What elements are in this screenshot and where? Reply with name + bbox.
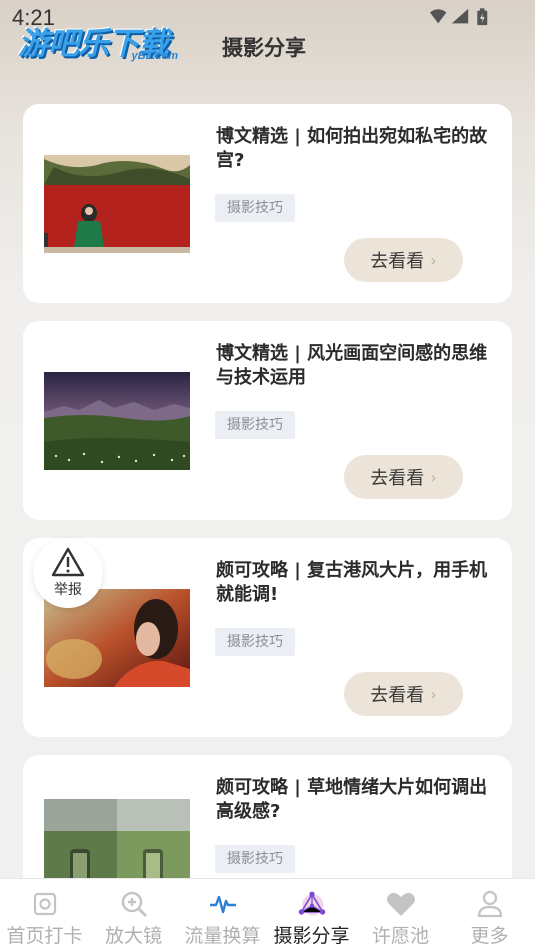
logo: 游吧乐下载 yBL.com (18, 18, 188, 66)
wifi-icon (430, 9, 447, 24)
magnifier-plus-icon (119, 889, 149, 919)
article-title: 颇可攻略 | 复古港风大片，用手机就能调! (216, 560, 488, 605)
bottom-nav: 首页打卡 放大镜 流量换算 摄影分享 许愿池 更多 (0, 878, 535, 951)
view-button-label: 去看看 (370, 685, 425, 706)
article-card[interactable]: 博文精选 | 风光画面空间感的思维与技术运用 摄影技巧 去看看 › (23, 321, 512, 520)
chevron-right-icon: › (430, 250, 437, 270)
nav-item-magnifier[interactable]: 放大镜 (89, 879, 178, 951)
article-tag: 摄影技巧 (215, 194, 295, 222)
logo-subtext: yBL.com (131, 50, 178, 62)
nav-label: 流量换算 (184, 925, 261, 947)
pulse-wave-icon (208, 889, 238, 919)
nav-label: 首页打卡 (6, 925, 83, 947)
landscape-photo (44, 372, 190, 470)
view-button[interactable]: 去看看 › (344, 238, 463, 282)
signal-icon (451, 8, 469, 24)
view-button[interactable]: 去看看 › (344, 455, 463, 499)
status-icons (430, 8, 488, 26)
person-icon (475, 889, 505, 919)
article-title: 博文精选 | 风光画面空间感的思维与技术运用 (216, 343, 488, 388)
report-button[interactable]: 举报 (33, 538, 103, 608)
view-button-label: 去看看 (370, 468, 425, 489)
heart-icon (386, 889, 416, 919)
nav-label: 许愿池 (371, 925, 429, 947)
palace-photo (44, 155, 190, 253)
nav-item-home-checkin[interactable]: 首页打卡 (0, 879, 89, 951)
article-thumbnail[interactable] (44, 799, 190, 889)
nav-item-photo-share[interactable]: 摄影分享 (267, 879, 356, 951)
view-button[interactable]: 去看看 › (344, 672, 463, 716)
battery-icon (477, 8, 488, 26)
article-card[interactable]: 博文精选 | 如何拍出宛如私宅的故宫? 摄影技巧 去看看 › (23, 104, 512, 303)
nav-item-traffic-convert[interactable]: 流量换算 (178, 879, 267, 951)
chevron-right-icon: › (430, 467, 437, 487)
grassland-photo (44, 799, 190, 889)
chevron-right-icon: › (430, 684, 437, 704)
nav-label: 更多 (470, 925, 509, 947)
report-label: 举报 (54, 582, 82, 598)
article-title: 颇可攻略 | 草地情绪大片如何调出高级感? (216, 777, 488, 822)
nav-item-wish-pool[interactable]: 许愿池 (356, 879, 445, 951)
article-tag: 摄影技巧 (215, 628, 295, 656)
article-thumbnail[interactable] (44, 155, 190, 253)
warning-icon (51, 547, 85, 577)
triangle-nodes-icon (297, 889, 327, 919)
page-title: 摄影分享 (222, 36, 306, 60)
article-thumbnail[interactable] (44, 372, 190, 470)
nav-label: 摄影分享 (273, 925, 350, 947)
article-tag: 摄影技巧 (215, 845, 295, 873)
article-title: 博文精选 | 如何拍出宛如私宅的故宫? (216, 126, 488, 171)
article-tag: 摄影技巧 (215, 411, 295, 439)
camera-square-icon (30, 889, 60, 919)
nav-item-more[interactable]: 更多 (445, 879, 534, 951)
nav-label: 放大镜 (104, 925, 162, 947)
view-button-label: 去看看 (370, 251, 425, 272)
